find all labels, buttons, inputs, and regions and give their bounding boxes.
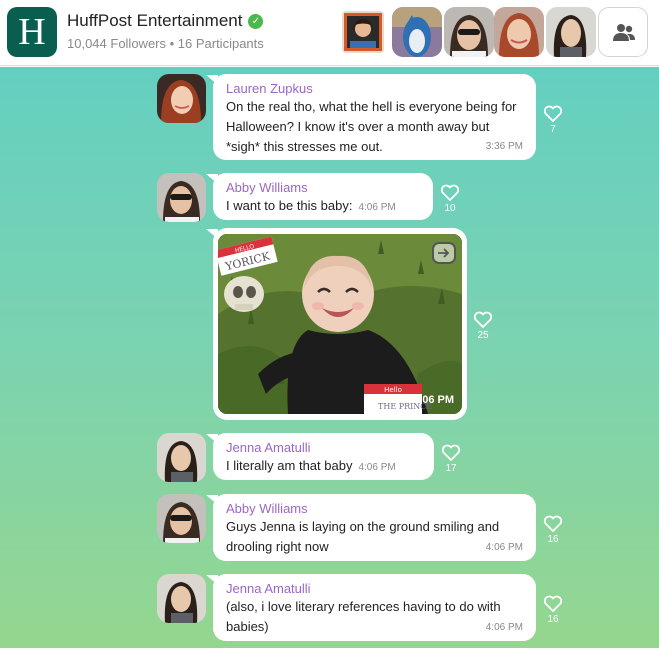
author-name[interactable]: Jenna Amatulli — [226, 439, 421, 456]
participant-avatar-2[interactable] — [392, 7, 442, 57]
like-count: 10 — [444, 203, 456, 214]
like-button-1[interactable]: 7 — [541, 105, 565, 136]
avatar-lauren-zupkus[interactable] — [157, 74, 206, 123]
avatar-jenna-amatulli[interactable] — [157, 433, 206, 482]
heart-icon — [440, 184, 460, 201]
author-name[interactable]: Jenna Amatulli — [226, 580, 523, 597]
message-text: On the real tho, what the hell is everyo… — [226, 97, 523, 157]
participant-avatar-1[interactable] — [342, 11, 384, 53]
like-count: 16 — [547, 534, 559, 545]
heart-icon — [543, 515, 563, 532]
participants-button[interactable] — [598, 7, 648, 57]
author-name[interactable]: Abby Williams — [226, 179, 420, 196]
baby-photo[interactable]: HELLO YORICK Hello THE PRINCE 4:06 PM — [218, 234, 462, 414]
tag-hello-2: Hello — [384, 386, 402, 394]
message-text: I literally am that baby 4:06 PM — [226, 456, 421, 478]
like-count: 7 — [550, 124, 556, 135]
people-icon — [613, 24, 635, 41]
like-button-6[interactable]: 16 — [541, 595, 565, 626]
like-button-5[interactable]: 16 — [541, 515, 565, 546]
message-text: I want to be this baby: 4:06 PM — [226, 196, 420, 218]
author-name[interactable]: Lauren Zupkus — [226, 80, 523, 97]
participant-avatar-5[interactable] — [546, 7, 596, 57]
like-button-2[interactable]: 10 — [438, 184, 462, 215]
message-bubble-6[interactable]: Jenna Amatulli (also, i love literary re… — [206, 574, 536, 641]
author-name[interactable]: Abby Williams — [226, 500, 523, 517]
like-count: 17 — [445, 463, 457, 474]
message-time: 4:06 PM — [358, 202, 396, 213]
channel-title[interactable]: HuffPost Entertainment ✓ — [67, 11, 264, 31]
like-button-3[interactable]: 25 — [471, 311, 495, 342]
heart-icon — [543, 105, 563, 122]
message-body: On the real tho, what the hell is everyo… — [226, 99, 517, 154]
message-time: 4:06 PM — [485, 542, 523, 553]
message-body: Guys Jenna is laying on the ground smili… — [226, 519, 500, 554]
message-text: (also, i love literary references having… — [226, 597, 523, 637]
like-count: 25 — [477, 330, 489, 341]
message-time: 3:36 PM — [485, 141, 523, 152]
share-arrow-icon[interactable] — [432, 242, 456, 264]
heart-icon — [441, 444, 461, 461]
message-body: I literally am that baby — [226, 458, 353, 473]
participant-avatar-4[interactable] — [494, 7, 544, 57]
message-body: (also, i love literary references having… — [226, 599, 501, 634]
message-time: 4:06 PM — [485, 622, 523, 633]
participant-avatar-3[interactable] — [444, 7, 494, 57]
image-time: 4:06 PM — [412, 394, 454, 406]
huffpost-logo[interactable]: H — [7, 7, 57, 57]
like-count: 16 — [547, 614, 559, 625]
message-body: I want to be this baby: — [226, 198, 353, 213]
image-message[interactable]: HELLO YORICK Hello THE PRINCE 4:06 PM — [206, 228, 467, 420]
message-bubble-4[interactable]: Jenna Amatulli I literally am that baby 4… — [206, 433, 434, 480]
heart-icon — [543, 595, 563, 612]
message-bubble-2[interactable]: Abby Williams I want to be this baby: 4:0… — [206, 173, 433, 220]
heart-icon — [473, 311, 493, 328]
channel-title-text: HuffPost Entertainment — [67, 11, 243, 30]
message-bubble-1[interactable]: Lauren Zupkus On the real tho, what the … — [206, 74, 536, 160]
message-time: 4:06 PM — [358, 462, 396, 473]
avatar-abby-williams[interactable] — [157, 173, 206, 222]
message-text: Guys Jenna is laying on the ground smili… — [226, 517, 523, 557]
message-bubble-5[interactable]: Abby Williams Guys Jenna is laying on th… — [206, 494, 536, 561]
channel-stats: 10,044 Followers • 16 Participants — [67, 36, 264, 51]
like-button-4[interactable]: 17 — [439, 444, 463, 475]
verified-check-icon: ✓ — [248, 14, 264, 29]
chat-feed[interactable]: Lauren Zupkus On the real tho, what the … — [0, 67, 659, 648]
avatar-jenna-amatulli[interactable] — [157, 574, 206, 623]
chat-header: H HuffPost Entertainment ✓ 10,044 Followe… — [0, 0, 659, 66]
avatar-abby-williams[interactable] — [157, 494, 206, 543]
